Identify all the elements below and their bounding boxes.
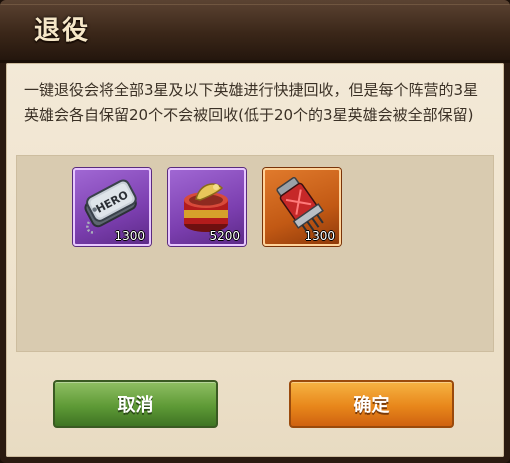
- cancel-button[interactable]: 取消: [53, 380, 218, 428]
- reward-count: 5200: [209, 229, 240, 243]
- confirm-button[interactable]: 确定: [289, 380, 454, 428]
- reward-item-hero-tag[interactable]: HERO 1300: [73, 168, 151, 246]
- reward-item-canned-food[interactable]: 5200: [168, 168, 246, 246]
- reward-panel: HERO 1300 5200 1300: [16, 155, 494, 352]
- reward-count: 1300: [304, 229, 335, 243]
- dialog-title: 退役: [34, 16, 91, 46]
- dialog-header: 退役: [0, 0, 510, 63]
- retire-dialog: 退役 一键退役会将全部3星及以下英雄进行快捷回收，但是每个阵营的3星英雄会各自保…: [0, 0, 510, 463]
- reward-item-energy-capsule[interactable]: 1300: [263, 168, 341, 246]
- reward-count: 1300: [114, 229, 145, 243]
- retire-description: 一键退役会将全部3星及以下英雄进行快捷回收，但是每个阵营的3星英雄会各自保留20…: [24, 81, 479, 124]
- dialog-body: 一键退役会将全部3星及以下英雄进行快捷回收，但是每个阵营的3星英雄会各自保留20…: [6, 63, 504, 457]
